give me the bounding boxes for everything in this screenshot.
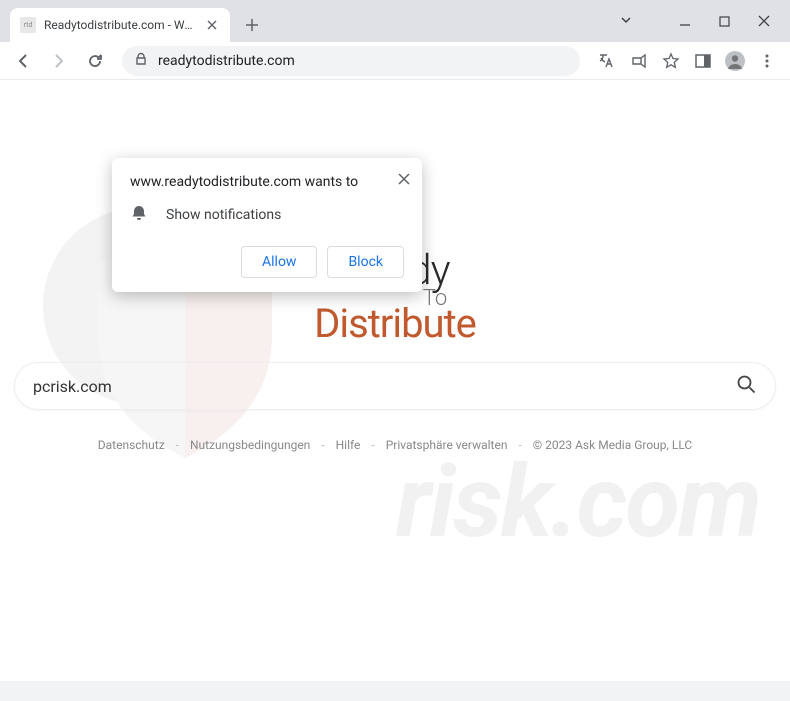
footer-copyright: © 2023 Ask Media Group, LLC bbox=[533, 438, 692, 452]
menu-button[interactable] bbox=[752, 46, 782, 76]
sidepanel-button[interactable] bbox=[688, 46, 718, 76]
tab-title: Readytodistribute.com - What's Y bbox=[44, 18, 196, 32]
window-titlebar: rtd Readytodistribute.com - What's Y bbox=[0, 0, 790, 42]
minimize-button[interactable] bbox=[679, 12, 691, 31]
new-tab-button[interactable] bbox=[238, 11, 266, 39]
translate-button[interactable] bbox=[592, 46, 622, 76]
logo-distribute: Distribute bbox=[314, 304, 476, 344]
search-input[interactable] bbox=[33, 377, 735, 396]
footer-terms-link[interactable]: Nutzungsbedingungen bbox=[190, 438, 310, 452]
footer-manage-privacy-link[interactable]: Privatsphäre verwalten bbox=[386, 438, 508, 452]
site-lock-button[interactable] bbox=[134, 51, 148, 70]
kebab-icon bbox=[758, 52, 776, 70]
page-content: risk.com Ready To Distribute Datenschutz… bbox=[0, 80, 790, 681]
watermark-text: risk.com bbox=[396, 444, 760, 561]
window-controls bbox=[619, 0, 790, 42]
tab-close-button[interactable] bbox=[204, 17, 220, 33]
page-footer: Datenschutz - Nutzungsbedingungen - Hilf… bbox=[0, 438, 790, 452]
minimize-icon bbox=[679, 15, 691, 27]
footer-help-link[interactable]: Hilfe bbox=[336, 438, 361, 452]
address-bar[interactable] bbox=[122, 46, 580, 76]
close-window-button[interactable] bbox=[758, 12, 770, 31]
search-box[interactable] bbox=[14, 362, 776, 410]
bell-icon bbox=[130, 204, 148, 226]
tab-search-button[interactable] bbox=[619, 12, 633, 31]
search-icon bbox=[735, 373, 757, 395]
star-icon bbox=[662, 52, 680, 70]
forward-button[interactable] bbox=[44, 46, 74, 76]
reload-icon bbox=[86, 52, 104, 70]
close-icon bbox=[758, 15, 770, 27]
close-icon bbox=[398, 173, 410, 185]
share-button[interactable] bbox=[624, 46, 654, 76]
arrow-left-icon bbox=[14, 52, 32, 70]
plus-icon bbox=[245, 18, 259, 32]
dialog-close-button[interactable] bbox=[398, 170, 410, 189]
back-button[interactable] bbox=[8, 46, 38, 76]
block-button[interactable]: Block bbox=[327, 246, 404, 278]
reload-button[interactable] bbox=[80, 46, 110, 76]
footer-privacy-link[interactable]: Datenschutz bbox=[98, 438, 165, 452]
chevron-down-icon bbox=[619, 13, 633, 27]
notification-permission-dialog: www.readytodistribute.com wants to Show … bbox=[112, 158, 422, 292]
avatar-icon bbox=[724, 50, 746, 72]
maximize-icon bbox=[719, 16, 730, 27]
maximize-button[interactable] bbox=[719, 12, 730, 31]
browser-toolbar bbox=[0, 42, 790, 80]
search-submit-button[interactable] bbox=[735, 373, 757, 399]
url-input[interactable] bbox=[158, 53, 568, 69]
bookmark-button[interactable] bbox=[656, 46, 686, 76]
panel-icon bbox=[694, 52, 712, 70]
close-icon bbox=[207, 20, 217, 30]
dialog-title: www.readytodistribute.com wants to bbox=[130, 174, 404, 190]
tab-favicon: rtd bbox=[20, 17, 36, 33]
permission-label: Show notifications bbox=[166, 207, 281, 223]
browser-tab[interactable]: rtd Readytodistribute.com - What's Y bbox=[10, 8, 230, 42]
bottom-strip bbox=[0, 681, 790, 701]
translate-icon bbox=[598, 52, 616, 70]
lock-icon bbox=[134, 52, 148, 66]
share-icon bbox=[630, 52, 648, 70]
allow-button[interactable]: Allow bbox=[241, 246, 317, 278]
profile-button[interactable] bbox=[720, 46, 750, 76]
arrow-right-icon bbox=[50, 52, 68, 70]
